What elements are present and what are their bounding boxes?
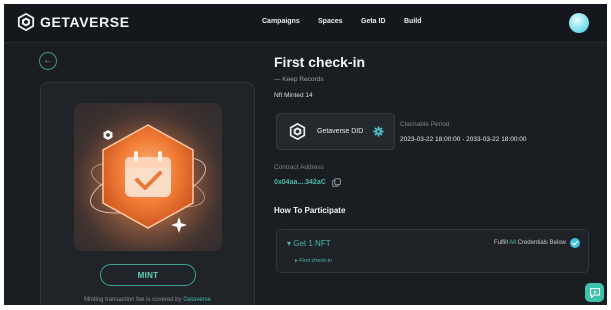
- calendar-check-badge-icon: [78, 113, 218, 251]
- nft-card: MINT Minting transaction fee is covered …: [40, 82, 255, 305]
- how-to-participate-heading: How To Participate: [274, 206, 346, 215]
- did-label: Getaverse DID: [317, 128, 364, 135]
- page-subtitle: — Keep Records: [274, 76, 324, 83]
- nav-geta-id[interactable]: Geta ID: [361, 18, 386, 25]
- nav-campaigns[interactable]: Campaigns: [262, 18, 300, 25]
- claimable-period-value: 2023-03-22 18:00:00 - 2033-03-22 18:00:0…: [400, 136, 527, 143]
- getaverse-logo-icon: [289, 123, 306, 140]
- mint-fee-note: Minting transaction fee is covered by Ge…: [41, 297, 254, 303]
- nft-image: [74, 103, 222, 251]
- nft-minted-count: Nft Minted 14: [274, 92, 313, 99]
- task-title: Get 1 NFT: [293, 239, 331, 248]
- task-toggle[interactable]: ▾ Get 1 NFT: [287, 239, 331, 248]
- arrow-left-icon: ←: [43, 55, 53, 66]
- app-window: GETAVERSE Campaigns Spaces Geta ID Build…: [4, 4, 607, 305]
- fulfill-highlight: All: [509, 240, 516, 246]
- contract-address-label: Contract Address: [274, 164, 324, 171]
- lightning-chat-icon: [589, 287, 600, 298]
- contract-address-row: 0x04aa....342aC: [274, 178, 341, 187]
- badge-gear-icon: [373, 126, 384, 137]
- participation-task-card: ▾ Get 1 NFT Fulfill All Credentials Belo…: [276, 229, 589, 273]
- fulfill-prefix: Fulfill: [493, 240, 510, 246]
- did-credential-card[interactable]: Getaverse DID: [276, 113, 395, 150]
- nav-build[interactable]: Build: [404, 18, 422, 25]
- copy-icon[interactable]: [332, 178, 341, 187]
- help-chat-button[interactable]: [585, 283, 604, 302]
- mint-note-text: Minting transaction fee is covered by: [84, 297, 184, 303]
- top-navbar: GETAVERSE Campaigns Spaces Geta ID Build: [4, 4, 607, 43]
- back-button[interactable]: ←: [39, 52, 57, 70]
- brand-name: GETAVERSE: [40, 14, 130, 30]
- page-title: First check-in: [274, 54, 366, 70]
- fulfill-suffix: Credentials Below: [515, 240, 566, 246]
- claimable-period-label: Claimable Period: [400, 121, 450, 128]
- brand-logo[interactable]: GETAVERSE: [17, 13, 130, 31]
- getaverse-logo-icon: [17, 13, 35, 31]
- subtask-label: First check-in: [299, 258, 332, 264]
- user-avatar[interactable]: [569, 13, 589, 33]
- fulfill-status: Fulfill All Credentials Below: [494, 238, 580, 248]
- fulfill-status-label: Fulfill All Credentials Below: [494, 240, 566, 246]
- check-circle-icon: [570, 238, 580, 248]
- nav-spaces[interactable]: Spaces: [318, 18, 343, 25]
- subtask-item[interactable]: ▸ First check-in: [295, 258, 332, 264]
- mint-button[interactable]: MINT: [100, 264, 196, 286]
- contract-address-value[interactable]: 0x04aa....342aC: [274, 179, 326, 186]
- getaverse-link[interactable]: Getaverse: [183, 297, 211, 303]
